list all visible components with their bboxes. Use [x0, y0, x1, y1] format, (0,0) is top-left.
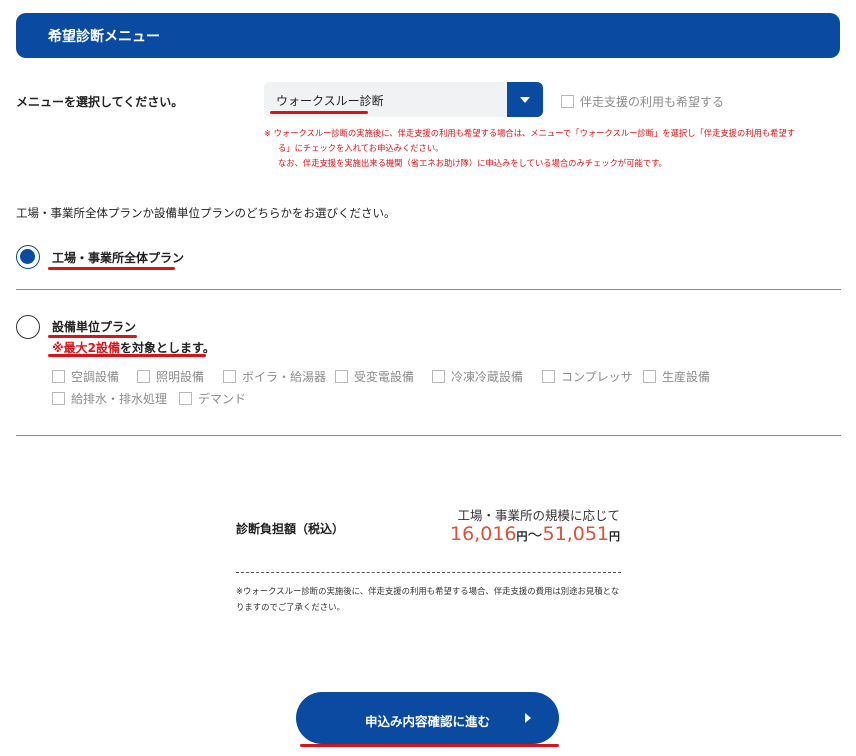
yen-unit: 円: [516, 530, 528, 543]
menu-note-line-2: る」にチェックを入れてお申込みください。: [278, 143, 444, 153]
radio-whole-plan-label[interactable]: 工場・事業所全体プラン: [52, 249, 184, 266]
equipment-label: 給排水・排水処理: [71, 392, 168, 406]
menu-select-value: ウォークスルー診断: [276, 94, 384, 108]
highlight-underline: [48, 267, 175, 270]
fee-range: 16,016円〜51,051円: [450, 523, 620, 545]
highlight-underline: [270, 111, 368, 114]
equipment-label: 生産設備: [662, 370, 711, 384]
radio-equipment-plan-label[interactable]: 設備単位プラン: [52, 318, 136, 335]
equipment-checkbox-production[interactable]: 生産設備: [643, 368, 710, 385]
equipment-checkbox-refrigeration[interactable]: 冷凍冷蔵設備: [432, 368, 523, 385]
fee-note: ※ウォークスルー診断の実施後に、伴走支援の利用も希望する場合、伴走支援の費用は別…: [236, 586, 620, 612]
limit-suffix: を対象とします。: [120, 341, 215, 355]
limit-highlight: 最大2設備: [63, 341, 121, 355]
equipment-label: ボイラ・給湯器: [242, 370, 327, 384]
equipment-checkbox-lighting[interactable]: 照明設備: [137, 368, 204, 385]
dashed-divider: [236, 572, 621, 573]
menu-note-line-3: なお、伴走支援を実施出来る機関（省エネお助け隊）に申込みをしている場合のみチェッ…: [278, 158, 667, 168]
checkbox-box[interactable]: [179, 392, 192, 405]
fee-scale-text: 工場・事業所の規模に応じて: [457, 508, 620, 523]
fee-label: 診断負担額（税込）: [236, 522, 345, 536]
banso-support-checkbox[interactable]: 伴走支援の利用も希望する: [561, 93, 724, 110]
checkbox-box[interactable]: [223, 370, 236, 383]
divider: [16, 435, 841, 436]
equipment-checkbox-compressor[interactable]: コンプレッサ: [542, 368, 633, 385]
equipment-label: 照明設備: [156, 370, 205, 384]
banso-support-label: 伴走支援の利用も希望する: [580, 95, 725, 109]
menu-select-toggle[interactable]: [507, 82, 543, 117]
checkbox-box[interactable]: [643, 370, 656, 383]
equipment-checkbox-demand[interactable]: デマンド: [179, 390, 246, 407]
equipment-checkbox-substation[interactable]: 受変電設備: [335, 368, 414, 385]
divider: [16, 289, 841, 290]
fee-max: 51,051: [542, 523, 609, 545]
equipment-checkbox-boiler[interactable]: ボイラ・給湯器: [223, 368, 326, 385]
equipment-label: 受変電設備: [354, 370, 415, 384]
plan-question: 工場・事業所全体プランか設備単位プランのどちらかをお選びください。: [16, 206, 396, 220]
menu-note-line-1: ※ ウォークスルー診断の実施後に、伴走支援の利用も希望する場合は、メニューで「ウ…: [264, 128, 796, 138]
checkbox-box[interactable]: [432, 370, 445, 383]
checkbox-box[interactable]: [52, 392, 65, 405]
section-title: 希望診断メニュー: [48, 29, 160, 45]
checkbox-box[interactable]: [52, 370, 65, 383]
fee-min: 16,016: [450, 523, 517, 545]
checkbox-box[interactable]: [137, 370, 150, 383]
checkbox-box[interactable]: [542, 370, 555, 383]
limit-prefix: ※: [52, 341, 64, 355]
submit-button-label: 申込み内容確認に進む: [364, 714, 490, 729]
equipment-checkbox-drainage[interactable]: 給排水・排水処理: [52, 390, 167, 407]
submit-button[interactable]: 申込み内容確認に進む: [296, 692, 559, 744]
yen-unit: 円: [609, 530, 620, 543]
radio-whole-plan[interactable]: [16, 245, 40, 269]
equipment-checkbox-hvac[interactable]: 空調設備: [52, 368, 119, 385]
equipment-label: デマンド: [198, 392, 247, 406]
checkbox-box[interactable]: [335, 370, 348, 383]
menu-label: メニューを選択してください。: [16, 95, 184, 109]
equipment-label: 空調設備: [71, 370, 120, 384]
arrow-right-icon: [525, 713, 531, 723]
highlight-underline: [48, 335, 137, 338]
range-tilde: 〜: [527, 526, 543, 544]
equipment-label: コンプレッサ: [561, 370, 633, 384]
radio-selected-dot: [20, 249, 35, 264]
equipment-label: 冷凍冷蔵設備: [451, 370, 524, 384]
radio-equipment-plan[interactable]: [16, 315, 40, 339]
chevron-down-icon: [520, 96, 530, 103]
section-header: 希望診断メニュー: [16, 13, 840, 58]
highlight-underline: [300, 744, 559, 747]
highlight-underline: [48, 354, 206, 357]
checkbox-box[interactable]: [561, 95, 574, 108]
